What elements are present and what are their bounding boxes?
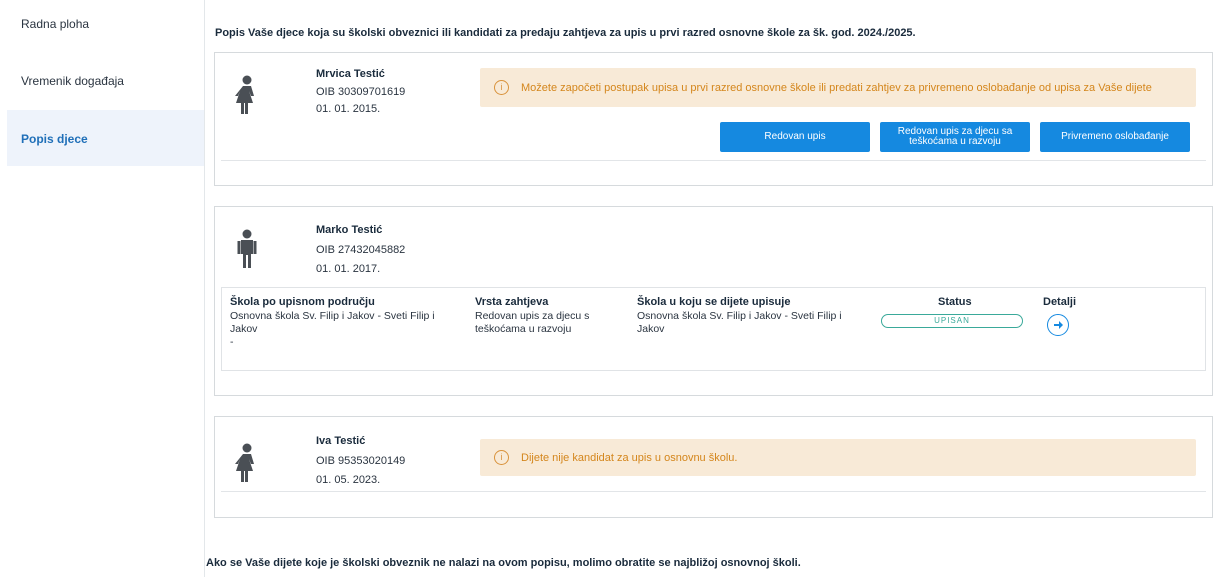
details-button[interactable] (1047, 314, 1069, 336)
child-birth-date: 01. 05. 2023. (316, 474, 381, 486)
info-icon: i (494, 450, 509, 465)
arrow-right-icon (1054, 321, 1063, 329)
request-type-value: Redovan upis za djecu s teškoćama u razv… (475, 310, 589, 336)
request-type-line: teškoćama u razvoju (475, 323, 572, 335)
column-header-target-school: Škola u koju se dijete upisuje (637, 296, 791, 308)
child-name: Marko Testić (316, 224, 383, 236)
divider (221, 491, 1206, 492)
button-label: Redovan upis (764, 131, 826, 142)
column-header-details: Detalji (1043, 296, 1077, 308)
alert-text: Dijete nije kandidat za upis u osnovnu š… (521, 451, 738, 464)
button-label: Privremeno oslobađanje (1061, 131, 1169, 142)
divider (221, 160, 1206, 161)
special-needs-enrollment-button[interactable]: Redovan upis za djecu sa teškoćama u raz… (880, 122, 1030, 152)
district-school-line: Jakov (230, 323, 258, 335)
sidebar-item-dashboard[interactable]: Radna ploha (7, 0, 204, 55)
child-oib: OIB 95353020149 (316, 455, 406, 467)
girl-icon (235, 443, 254, 482)
target-school-line: Jakov (637, 323, 665, 335)
district-school-line: Osnovna škola Sv. Filip i Jakov - Sveti … (230, 310, 435, 322)
sidebar-item-events-calendar[interactable]: Vremenik događaja (7, 55, 204, 110)
request-type-line: Redovan upis za djecu s (475, 310, 590, 322)
district-school-line: - (230, 336, 234, 348)
child-card: Marko Testić OIB 27432045882 01. 01. 201… (214, 206, 1213, 396)
child-name: Iva Testić (316, 435, 366, 447)
child-birth-date: 01. 01. 2015. (316, 103, 381, 115)
child-oib: OIB 27432045882 (316, 244, 406, 256)
page-title: Popis Vaše djece koja su školski obvezni… (215, 27, 916, 39)
temporary-exemption-button[interactable]: Privremeno oslobađanje (1040, 122, 1190, 152)
child-birth-date: 01. 01. 2017. (316, 263, 381, 275)
enrollment-details: Škola po upisnom području Osnovna škola … (221, 287, 1206, 371)
child-card: Mrvica Testić OIB 30309701619 01. 01. 20… (214, 52, 1213, 186)
child-card: Iva Testić OIB 95353020149 01. 05. 2023.… (214, 416, 1213, 518)
regular-enrollment-button[interactable]: Redovan upis (720, 122, 870, 152)
info-icon: i (494, 80, 509, 95)
info-alert: i Možete započeti postupak upisa u prvi … (480, 68, 1196, 107)
column-header-request-type: Vrsta zahtjeva (475, 296, 549, 308)
alert-text: Možete započeti postupak upisa u prvi ra… (521, 81, 1152, 94)
boy-icon (237, 229, 257, 268)
info-alert: i Dijete nije kandidat za upis u osnovnu… (480, 439, 1196, 476)
column-header-status: Status (938, 296, 972, 308)
girl-icon (235, 75, 254, 114)
sidebar: Radna ploha Vremenik događaja Popis djec… (7, 0, 205, 577)
target-school-value: Osnovna škola Sv. Filip i Jakov - Sveti … (637, 310, 842, 336)
child-name: Mrvica Testić (316, 68, 385, 80)
target-school-line: Osnovna škola Sv. Filip i Jakov - Sveti … (637, 310, 842, 322)
child-oib: OIB 30309701619 (316, 86, 406, 98)
column-header-district-school: Škola po upisnom području (230, 296, 375, 308)
footer-note: Ako se Vaše dijete koje je školski obvez… (206, 557, 801, 569)
status-badge: UPISAN (881, 314, 1023, 328)
button-label-line2: teškoćama u razvoju (909, 136, 1001, 147)
sidebar-item-children-list[interactable]: Popis djece (7, 110, 204, 166)
district-school-value: Osnovna škola Sv. Filip i Jakov - Sveti … (230, 310, 435, 349)
main-content: Popis Vaše djece koja su školski obvezni… (206, 0, 1217, 577)
